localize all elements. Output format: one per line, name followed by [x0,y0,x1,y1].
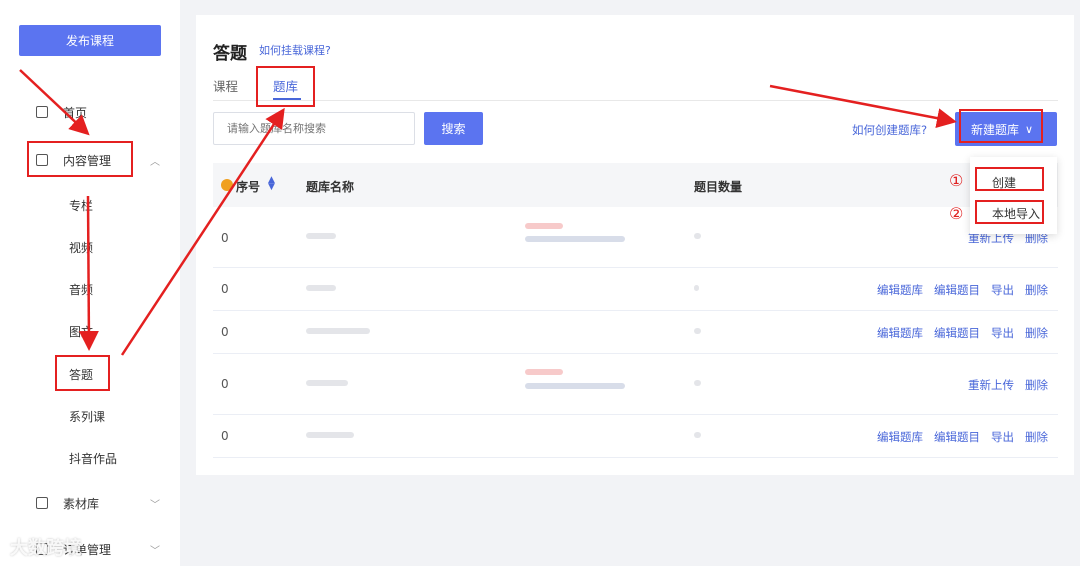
watermark: 大数跨境 [10,538,82,559]
arrow-to-new-bank [769,84,957,128]
arrow-to-content-management [19,69,90,136]
arrow-to-quiz [78,195,99,351]
annotation-arrows [19,69,957,356]
arrow-to-bank-tab [120,107,285,356]
